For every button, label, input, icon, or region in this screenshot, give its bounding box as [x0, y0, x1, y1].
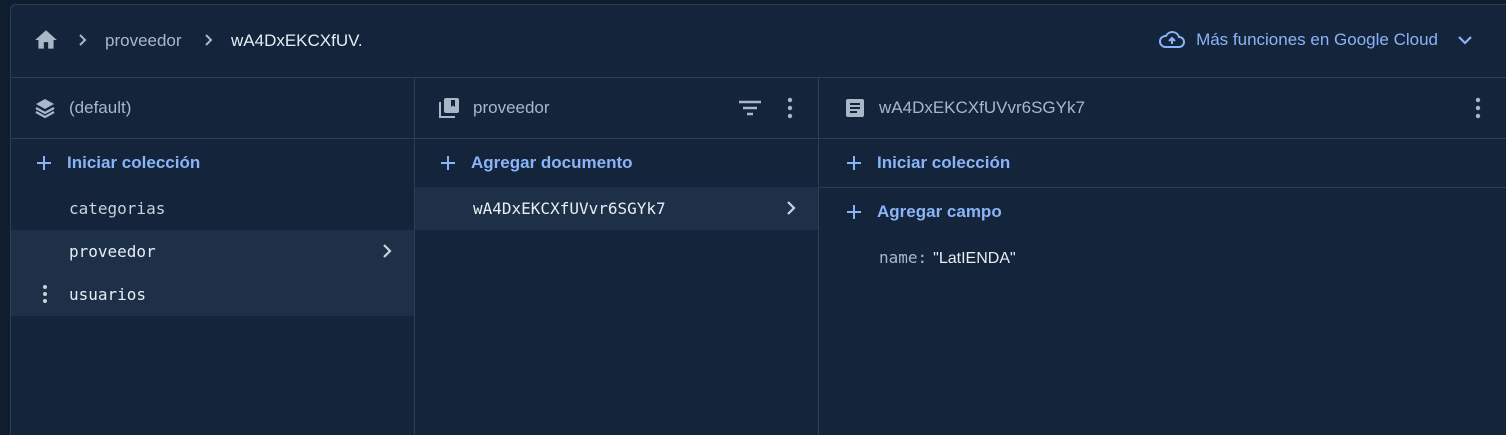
collection-name: proveedor — [69, 242, 156, 261]
document-icon — [846, 99, 864, 117]
add-field-label: Agregar campo — [877, 202, 1002, 221]
start-subcollection-label: Iniciar colección — [877, 153, 1011, 172]
filter-icon[interactable] — [737, 95, 763, 121]
google-cloud-link[interactable]: Más funciones en Google Cloud — [1158, 29, 1476, 51]
field-value: "LatIENDA" — [933, 250, 1016, 267]
start-collection-label: Iniciar colección — [67, 153, 201, 172]
firestore-viewer: proveedor wA4DxEKCXfUV. Más funciones en… — [10, 4, 1506, 435]
chevron-right-icon — [787, 201, 796, 215]
document-item[interactable]: wA4DxEKCXfUVvr6SGYk7 — [415, 187, 818, 230]
document-id: wA4DxEKCXfUVvr6SGYk7 — [473, 199, 666, 218]
breadcrumb-document[interactable]: wA4DxEKCXfUV. — [231, 31, 363, 51]
google-cloud-label: Más funciones en Google Cloud — [1196, 30, 1438, 49]
document-panel-header: wA4DxEKCXfUVvr6SGYk7 — [819, 78, 1506, 139]
chevron-down-icon — [1458, 36, 1472, 45]
home-icon[interactable] — [31, 27, 61, 53]
collection-panel-header: proveedor — [415, 78, 818, 139]
collection-item-proveedor[interactable]: proveedor — [11, 230, 414, 273]
document-panel: wA4DxEKCXfUVvr6SGYk7 Iniciar colección A… — [819, 78, 1506, 435]
chevron-right-icon — [383, 244, 392, 258]
add-document-label: Agregar documento — [471, 153, 633, 172]
database-panel-header: (default) — [11, 78, 414, 139]
more-vert-icon[interactable] — [1465, 95, 1491, 121]
collection-panel: proveedor Agregar documento wA4DxEKCXfUV… — [415, 78, 819, 435]
divider — [819, 187, 1506, 188]
chevron-right-icon — [79, 34, 87, 46]
more-vert-icon[interactable] — [777, 95, 803, 121]
collection-title: proveedor — [473, 98, 550, 117]
plus-icon — [37, 156, 51, 170]
document-title: wA4DxEKCXfUVvr6SGYk7 — [879, 98, 1085, 117]
cloud-icon — [1159, 31, 1185, 48]
collection-name: usuarios — [69, 285, 147, 304]
collection-item-categorias[interactable]: categorias — [11, 187, 414, 230]
document-field[interactable]: name: "LatIENDA" — [879, 248, 1016, 268]
collection-item-usuarios[interactable]: usuarios — [11, 273, 414, 316]
database-title: (default) — [69, 98, 132, 117]
more-vert-icon[interactable] — [41, 284, 49, 304]
collection-name: categorias — [69, 199, 166, 218]
breadcrumb-collection[interactable]: proveedor — [105, 31, 182, 51]
start-subcollection-button[interactable]: Iniciar colección — [819, 140, 1506, 186]
plus-icon — [441, 156, 455, 170]
add-field-button[interactable]: Agregar campo — [819, 189, 1506, 235]
layers-icon — [35, 99, 55, 119]
database-panel: (default) Iniciar colección categorias p… — [11, 78, 415, 435]
top-bar: proveedor wA4DxEKCXfUV. Más funciones en… — [11, 5, 1506, 78]
chevron-right-icon — [205, 34, 213, 46]
plus-icon — [847, 156, 861, 170]
collection-icon — [439, 98, 459, 118]
field-key: name: — [879, 248, 928, 267]
plus-icon — [847, 205, 861, 219]
start-collection-button[interactable]: Iniciar colección — [11, 140, 414, 186]
add-document-button[interactable]: Agregar documento — [415, 140, 818, 186]
